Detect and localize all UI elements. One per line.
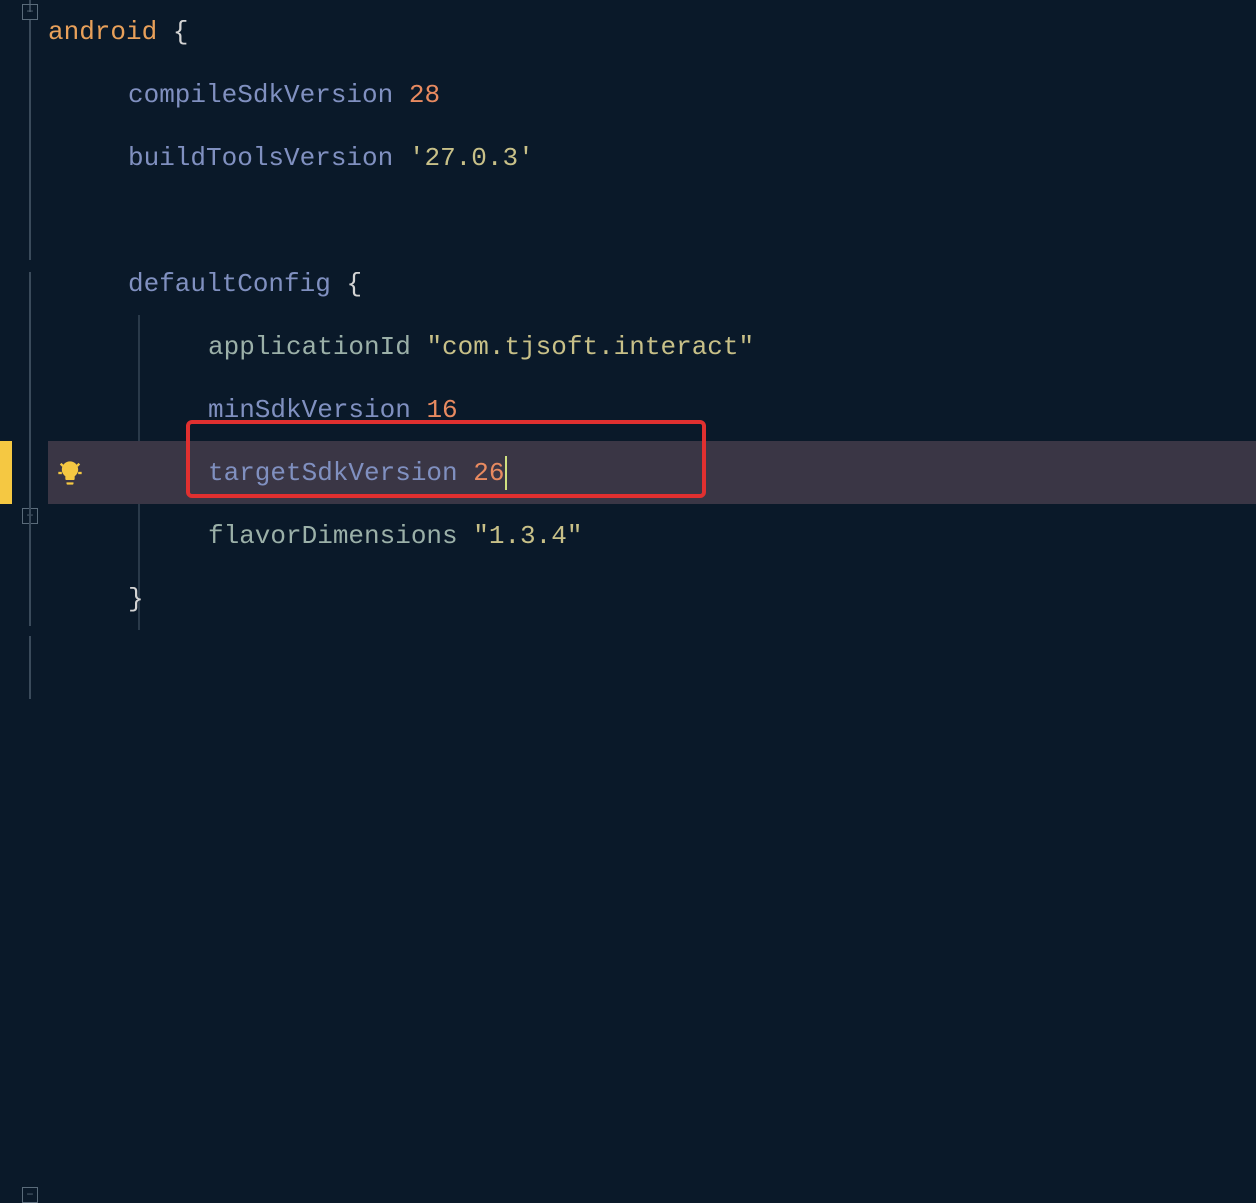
code-line[interactable]: applicationId "com.tjsoft.interact": [48, 315, 1256, 378]
text-cursor-icon: [505, 456, 507, 490]
space: [411, 395, 427, 425]
keyword-android: android: [48, 17, 157, 47]
space: [393, 80, 409, 110]
brace-open: {: [346, 269, 362, 299]
prop-buildToolsVersion: buildToolsVersion: [128, 143, 393, 173]
prop-flavorDimensions: flavorDimensions: [208, 521, 458, 551]
code-line[interactable]: defaultConfig {: [48, 252, 1256, 315]
code-line-empty[interactable]: [48, 630, 1256, 693]
code-line-highlighted[interactable]: targetSdkVersion 26: [48, 441, 1256, 504]
value-compileSdk: 28: [409, 80, 440, 110]
space: [157, 17, 173, 47]
prop-applicationId: applicationId: [208, 332, 411, 362]
code-line[interactable]: buildToolsVersion '27.0.3': [48, 126, 1256, 189]
fold-marker-icon[interactable]: [22, 1187, 38, 1203]
space: [393, 143, 409, 173]
brace-open: {: [173, 17, 189, 47]
value-targetSdk: 26: [473, 458, 504, 488]
code-line[interactable]: android {: [48, 0, 1256, 63]
space: [458, 458, 474, 488]
code-line[interactable]: }: [48, 567, 1256, 630]
space: [331, 269, 347, 299]
code-line[interactable]: minSdkVersion 16: [48, 378, 1256, 441]
prop-defaultConfig: defaultConfig: [128, 269, 331, 299]
space: [411, 332, 427, 362]
prop-minSdkVersion: minSdkVersion: [208, 395, 411, 425]
code-line[interactable]: flavorDimensions "1.3.4": [48, 504, 1256, 567]
brace-close: }: [128, 584, 144, 614]
code-editor[interactable]: android { compileSdkVersion 28 buildTool…: [48, 0, 1256, 699]
code-line-empty[interactable]: [48, 189, 1256, 252]
value-flavorDimensions: "1.3.4": [473, 521, 582, 551]
value-minSdk: 16: [426, 395, 457, 425]
space: [458, 521, 474, 551]
editor-gutter: [0, 0, 48, 699]
code-line[interactable]: compileSdkVersion 28: [48, 63, 1256, 126]
value-applicationId: "com.tjsoft.interact": [426, 332, 754, 362]
prop-compileSdkVersion: compileSdkVersion: [128, 80, 393, 110]
prop-targetSdkVersion: targetSdkVersion: [208, 458, 458, 488]
value-buildTools: '27.0.3': [409, 143, 534, 173]
fold-marker-icon[interactable]: [22, 4, 38, 20]
bulb-icon[interactable]: [56, 459, 84, 487]
change-marker-icon: [0, 441, 12, 504]
